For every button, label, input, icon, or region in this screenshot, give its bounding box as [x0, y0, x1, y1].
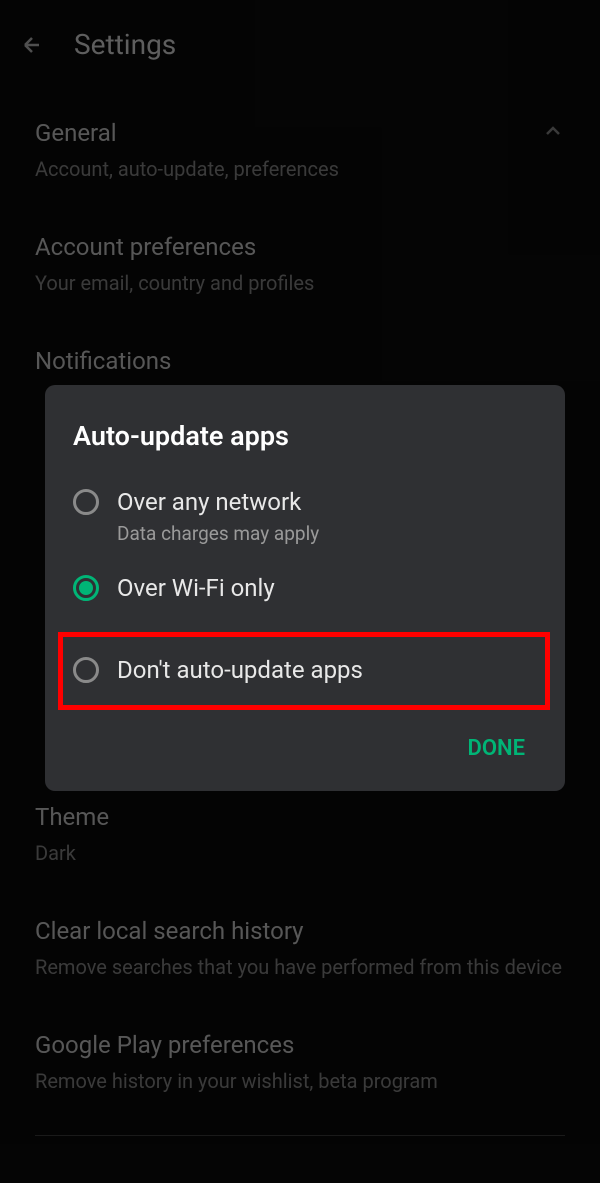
radio-inner-dot — [79, 581, 93, 595]
radio-option-any-network[interactable]: Over any network Data charges may apply — [73, 487, 537, 545]
radio-button-icon — [73, 489, 99, 515]
radio-label: Don't auto-update apps — [117, 655, 535, 686]
radio-option-wifi-only[interactable]: Over Wi-Fi only — [73, 573, 537, 604]
radio-button-selected-icon — [73, 575, 99, 601]
radio-label: Over Wi-Fi only — [117, 573, 537, 604]
radio-text: Don't auto-update apps — [117, 655, 535, 686]
radio-option-dont-update[interactable]: Don't auto-update apps — [58, 632, 550, 709]
radio-button-icon — [73, 657, 99, 683]
radio-label: Over any network — [117, 487, 537, 518]
auto-update-modal: Auto-update apps Over any network Data c… — [45, 385, 565, 791]
modal-actions: DONE — [73, 728, 537, 769]
modal-title: Auto-update apps — [73, 420, 537, 452]
done-button[interactable]: DONE — [456, 728, 537, 769]
radio-text: Over any network Data charges may apply — [117, 487, 537, 545]
radio-sublabel: Data charges may apply — [117, 522, 537, 545]
radio-text: Over Wi-Fi only — [117, 573, 537, 604]
